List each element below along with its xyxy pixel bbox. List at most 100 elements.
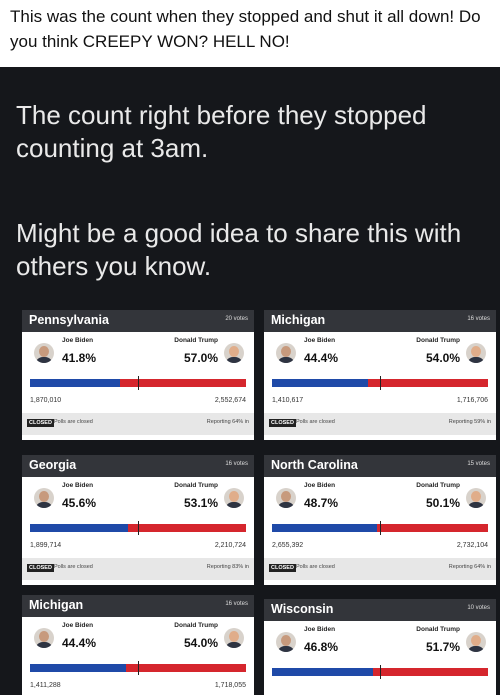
- card-header: Michigan 16 votes: [22, 595, 254, 617]
- biden-share-fill: [30, 379, 121, 387]
- biden-share-fill: [272, 379, 368, 387]
- card-footer: CLOSED Polls are closed Reporting 59% in: [264, 413, 496, 435]
- electoral-votes: 16 votes: [225, 601, 248, 607]
- state-name: Michigan: [271, 313, 326, 327]
- vote-share-bar: [272, 665, 488, 679]
- closed-badge: CLOSED: [269, 419, 296, 427]
- state-name: North Carolina: [271, 458, 358, 472]
- polls-status: Polls are closed: [54, 419, 93, 425]
- meme-subhead: Might be a good idea to share this with …: [16, 218, 462, 281]
- trump-vote-count: 1,718,055: [214, 682, 246, 689]
- closed-badge: CLOSED: [269, 564, 296, 572]
- reporting-status: Reporting 59% in: [448, 419, 491, 425]
- closed-badge: CLOSED: [27, 419, 54, 427]
- trump-avatar: [224, 343, 244, 363]
- state-name: Georgia: [29, 458, 77, 472]
- trump-name: Donald Trump: [416, 482, 460, 489]
- trump-vote-count: 2,210,724: [214, 542, 246, 549]
- biden-percent: 45.6%: [62, 496, 97, 510]
- card-header: Wisconsin 10 votes: [264, 599, 496, 621]
- card-header: Georgia 16 votes: [22, 455, 254, 477]
- biden-avatar: [34, 628, 54, 648]
- state-card-michigan-2: Michigan 16 votes Joe Biden 44.4% Donald…: [22, 595, 254, 695]
- vote-share-bar: [30, 661, 246, 675]
- trump-name: Donald Trump: [416, 626, 460, 633]
- state-card-georgia: Georgia 16 votes Joe Biden 45.6% Donald …: [22, 455, 254, 585]
- biden-share-fill: [272, 668, 374, 676]
- majority-marker: [380, 665, 381, 679]
- trump-percent: 53.1%: [183, 496, 218, 510]
- trump-name: Donald Trump: [416, 337, 460, 344]
- reporting-status: Reporting 83% in: [206, 564, 249, 570]
- vote-share-bar: [30, 376, 246, 390]
- state-name: Wisconsin: [271, 602, 334, 616]
- trump-name: Donald Trump: [174, 622, 218, 629]
- trump-percent: 54.0%: [183, 636, 218, 650]
- trump-name: Donald Trump: [174, 337, 218, 344]
- biden-name: Joe Biden: [304, 337, 336, 344]
- biden-share-fill: [30, 524, 129, 532]
- meme-headline: The count right before they stopped coun…: [16, 100, 427, 163]
- electoral-votes: 16 votes: [225, 461, 248, 467]
- biden-percent: 41.8%: [62, 351, 97, 365]
- majority-marker: [138, 661, 139, 675]
- polls-status: Polls are closed: [296, 564, 335, 570]
- biden-avatar: [276, 632, 296, 652]
- card-header: North Carolina 15 votes: [264, 455, 496, 477]
- state-name: Michigan: [29, 598, 84, 612]
- state-card-wisconsin: Wisconsin 10 votes Joe Biden 46.8% Donal…: [264, 599, 496, 695]
- biden-vote-count: 1,899,714: [30, 542, 62, 549]
- trump-name: Donald Trump: [174, 482, 218, 489]
- biden-percent: 48.7%: [304, 496, 339, 510]
- biden-percent: 44.4%: [304, 351, 339, 365]
- card-header: Michigan 16 votes: [264, 310, 496, 332]
- biden-share-fill: [30, 664, 126, 672]
- card-footer: CLOSED Polls are closed Reporting 83% in: [22, 558, 254, 580]
- state-card-north-carolina: North Carolina 15 votes Joe Biden 48.7% …: [264, 455, 496, 585]
- polls-status: Polls are closed: [54, 564, 93, 570]
- trump-percent: 51.7%: [425, 640, 460, 654]
- trump-percent: 57.0%: [183, 351, 218, 365]
- biden-name: Joe Biden: [62, 622, 94, 629]
- card-header: Pennsylvania 20 votes: [22, 310, 254, 332]
- state-card-pennsylvania: Pennsylvania 20 votes Joe Biden 41.8% Do…: [22, 310, 254, 440]
- results-grid: Pennsylvania 20 votes Joe Biden 41.8% Do…: [22, 310, 496, 700]
- biden-avatar: [276, 343, 296, 363]
- post-caption: This was the count when they stopped and…: [10, 7, 481, 51]
- majority-marker: [138, 521, 139, 535]
- majority-marker: [380, 521, 381, 535]
- biden-vote-count: 1,410,617: [272, 397, 304, 404]
- card-footer: CLOSED Polls are closed Reporting 64% in: [264, 558, 496, 580]
- polls-status: Polls are closed: [296, 419, 335, 425]
- majority-marker: [380, 376, 381, 390]
- trump-vote-count: 2,732,104: [456, 542, 488, 549]
- vote-share-bar: [30, 521, 246, 535]
- biden-vote-count: 2,655,392: [272, 542, 304, 549]
- electoral-votes: 16 votes: [467, 316, 490, 322]
- biden-name: Joe Biden: [304, 482, 336, 489]
- majority-marker: [138, 376, 139, 390]
- trump-vote-count: 2,552,674: [214, 397, 246, 404]
- card-footer: CLOSED Polls are closed Reporting 64% in: [22, 413, 254, 435]
- biden-percent: 44.4%: [62, 636, 97, 650]
- closed-badge: CLOSED: [27, 564, 54, 572]
- biden-vote-count: 1,870,010: [30, 397, 62, 404]
- trump-vote-count: 1,716,706: [456, 397, 488, 404]
- biden-name: Joe Biden: [62, 482, 94, 489]
- biden-percent: 46.8%: [304, 640, 339, 654]
- trump-avatar: [466, 343, 486, 363]
- electoral-votes: 20 votes: [225, 316, 248, 322]
- electoral-votes: 10 votes: [467, 605, 490, 611]
- biden-avatar: [276, 488, 296, 508]
- trump-avatar: [224, 488, 244, 508]
- biden-share-fill: [272, 524, 378, 532]
- trump-avatar: [224, 628, 244, 648]
- trump-percent: 54.0%: [425, 351, 460, 365]
- trump-avatar: [466, 488, 486, 508]
- state-card-michigan: Michigan 16 votes Joe Biden 44.4% Donald…: [264, 310, 496, 440]
- reporting-status: Reporting 64% in: [448, 564, 491, 570]
- biden-vote-count: 1,411,288: [30, 682, 61, 689]
- biden-name: Joe Biden: [62, 337, 94, 344]
- trump-percent: 50.1%: [425, 496, 460, 510]
- electoral-votes: 15 votes: [467, 461, 490, 467]
